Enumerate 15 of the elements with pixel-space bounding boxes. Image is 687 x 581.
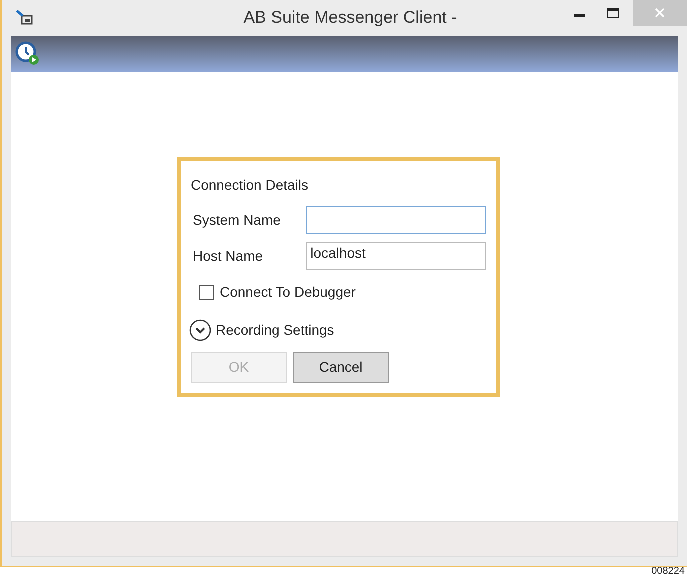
field-label: System Name (192, 210, 282, 230)
text-field[interactable] (306, 206, 486, 234)
checkbox-label: Connect To Debugger (220, 283, 356, 302)
dialog-title: Connection Details (191, 176, 310, 195)
field-label: Host Name (192, 246, 264, 266)
window-title: AB Suite Messenger Client - (244, 7, 458, 30)
app-icon (16, 10, 34, 26)
figure-number: 008224 (652, 565, 685, 579)
checkbox[interactable] (199, 285, 214, 300)
close-icon (655, 8, 665, 18)
expander-label: Recording Settings (216, 321, 334, 340)
dialog-button[interactable]: Cancel (293, 352, 389, 383)
clock-play-icon[interactable] (15, 41, 41, 67)
text-field[interactable]: localhost (306, 242, 486, 270)
chevron-circle-icon[interactable] (189, 319, 212, 342)
